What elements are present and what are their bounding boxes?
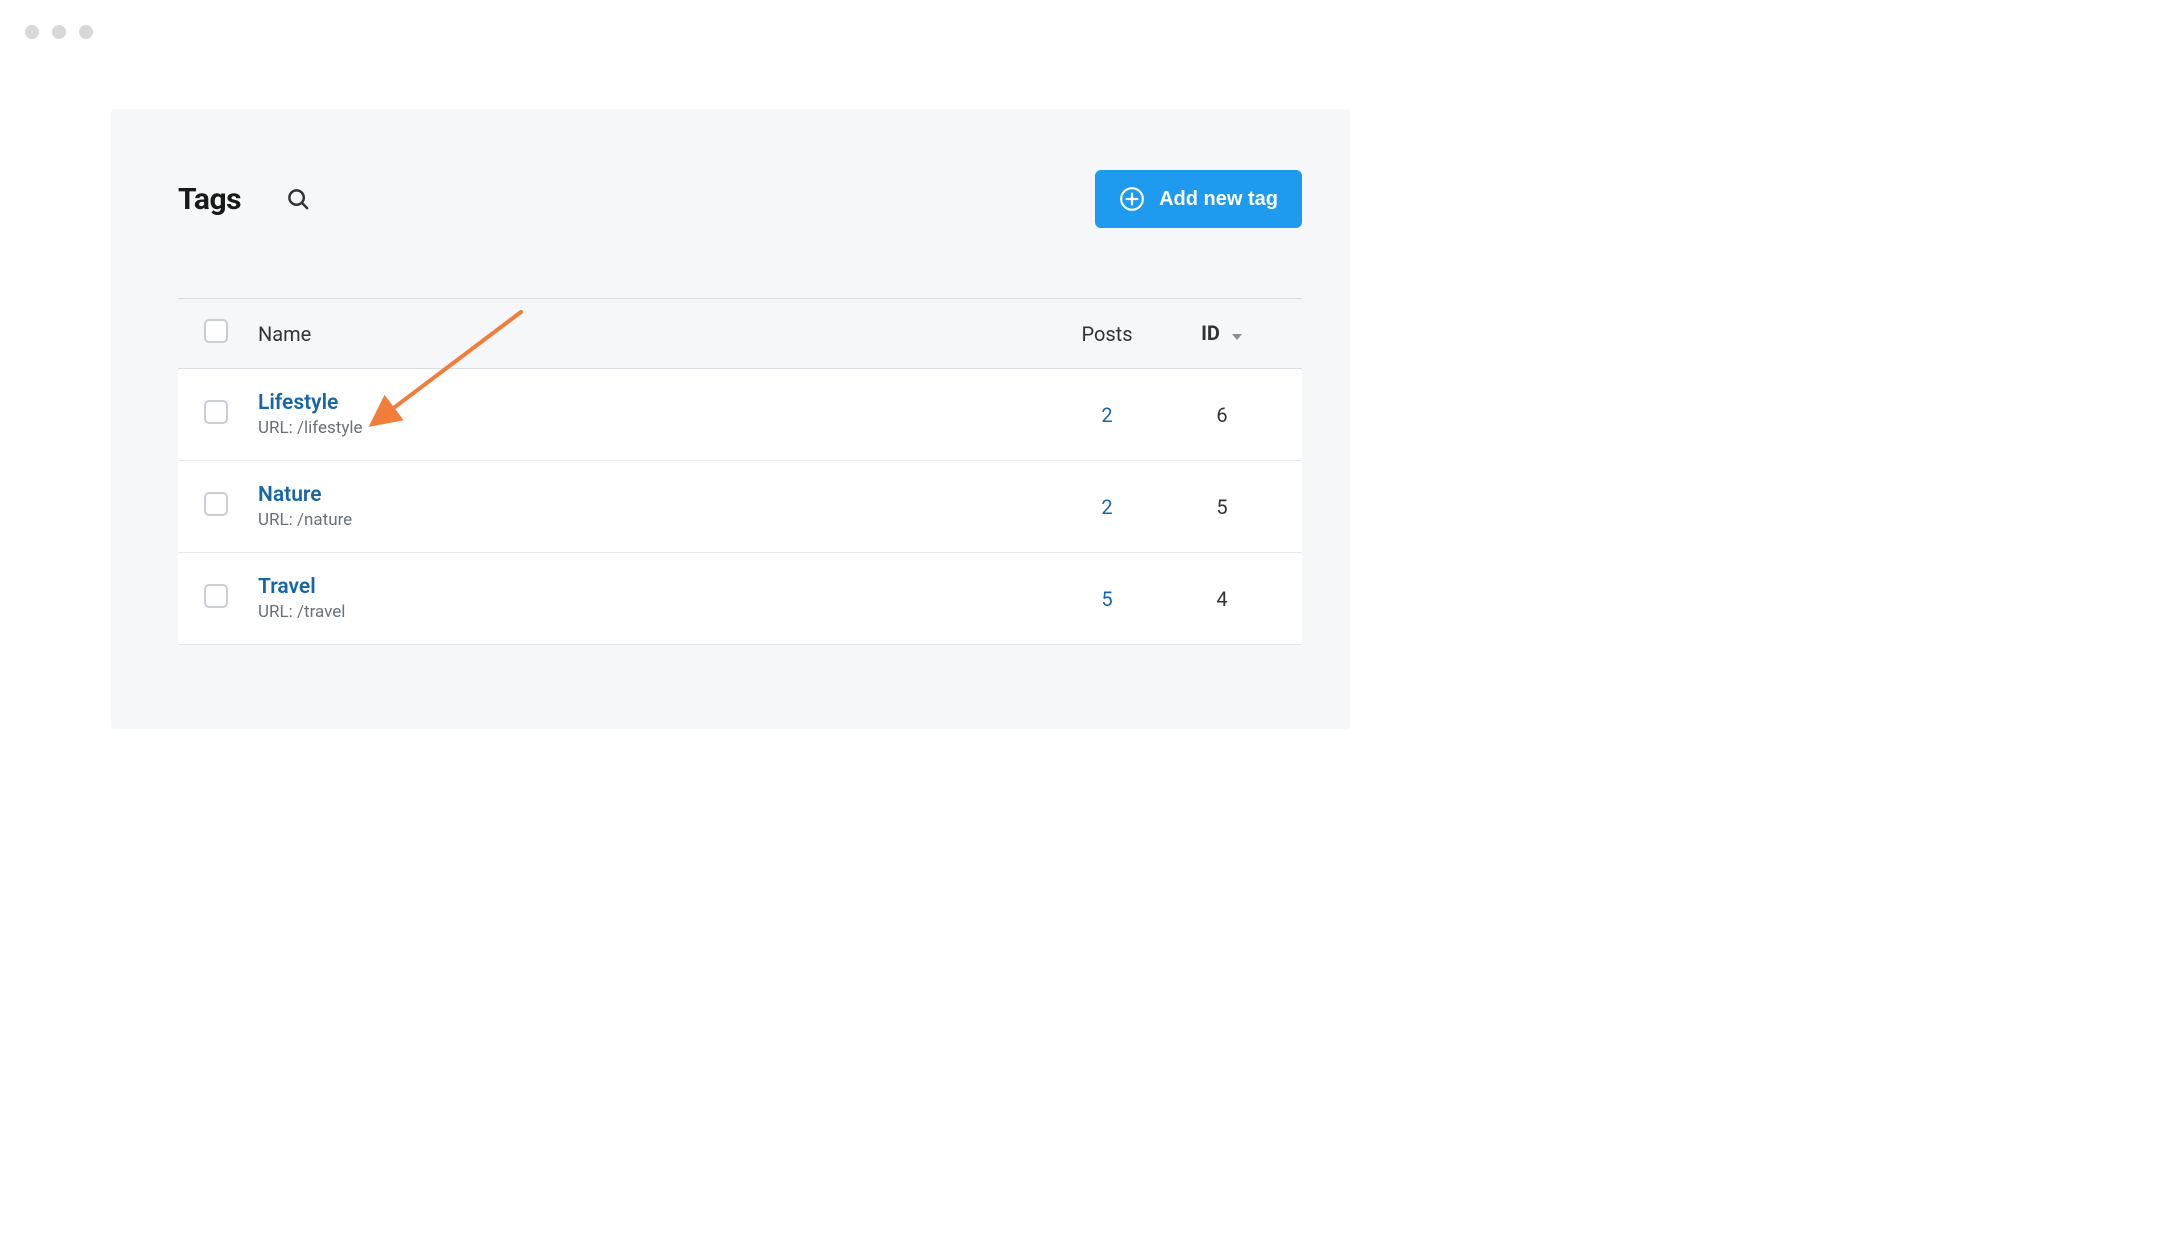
tag-url-text: URL: /lifestyle — [258, 418, 1042, 438]
tag-name-link[interactable]: Lifestyle — [258, 391, 1042, 415]
panel-header: Tags Add new tag — [178, 169, 1302, 229]
row-id-cell: 4 — [1172, 553, 1302, 645]
posts-count-link[interactable]: 2 — [1101, 495, 1112, 519]
plus-circle-icon — [1119, 186, 1145, 212]
row-posts-cell: 5 — [1042, 553, 1172, 645]
add-button-label: Add new tag — [1159, 188, 1278, 211]
tag-url-text: URL: /nature — [258, 510, 1042, 530]
header-left: Tags — [178, 182, 310, 217]
add-new-tag-button[interactable]: Add new tag — [1095, 170, 1302, 228]
window-controls — [25, 25, 93, 39]
column-header-id-label: ID — [1201, 321, 1220, 345]
url-path: /lifestyle — [297, 418, 363, 438]
url-path: /nature — [297, 510, 352, 530]
window-dot — [52, 25, 66, 39]
tags-panel: Tags Add new tag — [111, 109, 1350, 729]
tag-url-text: URL: /travel — [258, 602, 1042, 622]
table-row: Lifestyle URL: /lifestyle 2 6 — [178, 369, 1302, 461]
column-header-id[interactable]: ID — [1172, 299, 1302, 369]
row-name-cell: Travel URL: /travel — [258, 553, 1042, 645]
page-title: Tags — [178, 182, 241, 217]
table-row: Travel URL: /travel 5 4 — [178, 553, 1302, 645]
column-header-checkbox — [178, 299, 258, 369]
row-checkbox[interactable] — [204, 400, 228, 424]
row-checkbox-cell — [178, 553, 258, 645]
url-path: /travel — [297, 602, 345, 622]
search-icon — [287, 188, 310, 211]
url-prefix: URL: — [258, 510, 297, 530]
window-dot — [25, 25, 39, 39]
tags-table: Name Posts ID — [178, 298, 1302, 645]
posts-count-link[interactable]: 5 — [1101, 587, 1112, 611]
row-id-cell: 6 — [1172, 369, 1302, 461]
row-name-cell: Nature URL: /nature — [258, 461, 1042, 553]
url-prefix: URL: — [258, 602, 297, 622]
posts-count-link[interactable]: 2 — [1101, 403, 1112, 427]
window-dot — [79, 25, 93, 39]
search-button[interactable] — [286, 187, 310, 211]
select-all-checkbox[interactable] — [204, 319, 228, 343]
table-header-row: Name Posts ID — [178, 299, 1302, 369]
row-posts-cell: 2 — [1042, 369, 1172, 461]
row-checkbox[interactable] — [204, 492, 228, 516]
tag-name-link[interactable]: Nature — [258, 483, 1042, 507]
row-checkbox[interactable] — [204, 584, 228, 608]
table-row: Nature URL: /nature 2 5 — [178, 461, 1302, 553]
tags-table-area: Name Posts ID — [178, 298, 1302, 645]
row-name-cell: Lifestyle URL: /lifestyle — [258, 369, 1042, 461]
row-checkbox-cell — [178, 461, 258, 553]
table-body: Lifestyle URL: /lifestyle 2 6 Nature URL… — [178, 369, 1302, 645]
row-checkbox-cell — [178, 369, 258, 461]
column-header-posts[interactable]: Posts — [1042, 299, 1172, 369]
url-prefix: URL: — [258, 418, 297, 438]
column-header-name[interactable]: Name — [258, 299, 1042, 369]
tag-name-link[interactable]: Travel — [258, 575, 1042, 599]
sort-caret-icon — [1231, 322, 1243, 346]
row-id-cell: 5 — [1172, 461, 1302, 553]
row-posts-cell: 2 — [1042, 461, 1172, 553]
